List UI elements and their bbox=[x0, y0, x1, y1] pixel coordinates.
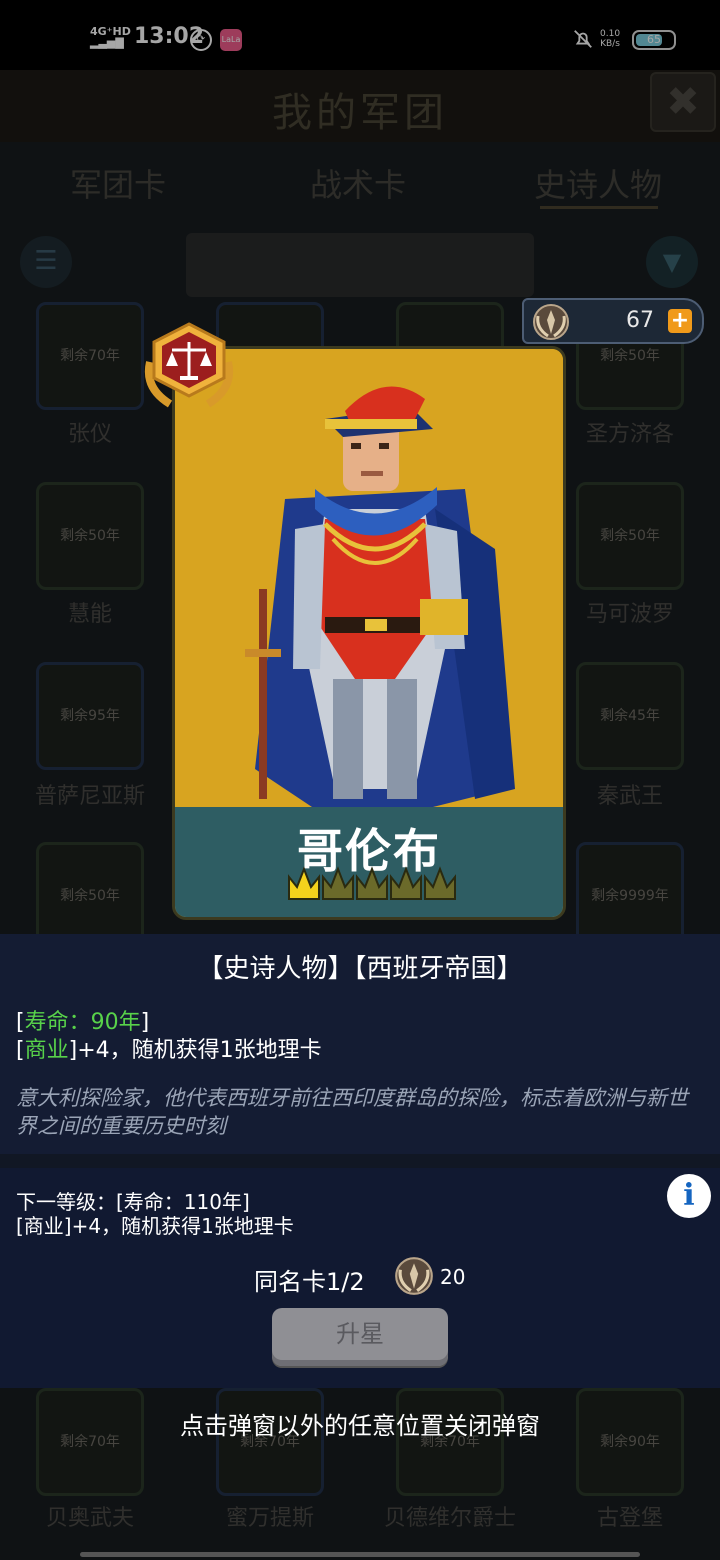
crown-filled-icon bbox=[288, 866, 320, 900]
coin-count: 67 bbox=[626, 308, 654, 333]
home-indicator[interactable] bbox=[80, 1552, 640, 1557]
laurel-coin-icon bbox=[395, 1257, 433, 1295]
crown-empty-icon bbox=[322, 866, 354, 900]
panel-divider bbox=[0, 1154, 720, 1168]
upgrade-star-button[interactable]: 升星 bbox=[272, 1308, 448, 1366]
add-coins-button[interactable]: + bbox=[668, 309, 692, 333]
laurel-coin-icon bbox=[533, 304, 569, 340]
crown-empty-icon bbox=[356, 866, 388, 900]
close-hint: 点击弹窗以外的任意位置关闭弹窗 bbox=[180, 1412, 540, 1440]
commerce-scale-badge-icon bbox=[145, 322, 233, 408]
upgrade-cost: 20 bbox=[440, 1265, 466, 1289]
coin-counter: 67 + bbox=[522, 298, 704, 344]
same-name-card-count: 同名卡1/2 bbox=[254, 1268, 365, 1296]
commerce-effect: [商业]+4，随机获得1张地理卡 bbox=[16, 1038, 322, 1063]
next-level-line-2: [商业]+4，随机获得1张地理卡 bbox=[16, 1214, 294, 1238]
epic-figure-card: 哥伦布 bbox=[172, 346, 566, 920]
crown-empty-icon bbox=[390, 866, 422, 900]
star-rating bbox=[288, 866, 456, 900]
figure-description: 意大利探险家，他代表西班牙前往西印度群岛的探险，标志着欧洲与新世界之间的重要历史… bbox=[16, 1086, 688, 1138]
crown-empty-icon bbox=[424, 866, 456, 900]
info-icon[interactable]: i bbox=[667, 1174, 711, 1218]
figure-portrait bbox=[175, 349, 563, 809]
upgrade-panel: 下一等级：[寿命：110年] [商业]+4，随机获得1张地理卡 i 同名卡1/2… bbox=[0, 1168, 720, 1388]
card-name-band: 哥伦布 bbox=[175, 807, 563, 917]
card-tags: 【史诗人物】【西班牙帝国】 bbox=[197, 954, 523, 984]
card-info-panel: 【史诗人物】【西班牙帝国】 [寿命：90年] [商业]+4，随机获得1张地理卡 … bbox=[0, 934, 720, 1154]
